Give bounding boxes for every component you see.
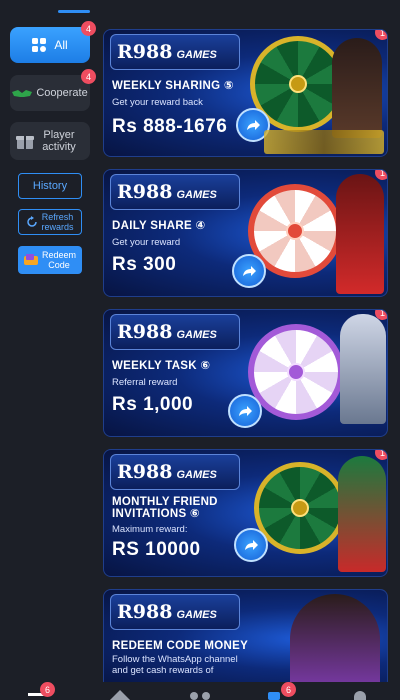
category-player-activity-button[interactable]: Player activity <box>10 122 90 160</box>
player-activity-label-1: Player <box>43 129 75 141</box>
bottom-navigation <box>0 682 400 700</box>
r988-logo: R988 GAMES <box>110 34 240 70</box>
share-arrow-button[interactable] <box>232 254 266 288</box>
promo-card-weekly-task[interactable]: R988 GAMES WEEKLY TASK ⑥ Referral reward … <box>103 309 388 437</box>
card-subtitle: Referral reward <box>112 377 178 388</box>
refresh-rewards-button[interactable]: Refresh rewards <box>18 209 82 235</box>
character-figure <box>332 38 382 138</box>
r988-logo: R988 GAMES <box>110 454 240 490</box>
card-title: MONTHLY FRIEND INVITATIONS ⑥ <box>112 496 218 520</box>
home-icon[interactable] <box>110 690 130 700</box>
card-subtitle: Get your reward <box>112 237 181 248</box>
character-figure <box>290 594 380 688</box>
nav-badge-left: 6 <box>40 682 55 697</box>
category-all-button[interactable]: All 4 <box>10 21 96 63</box>
category-all-label: All <box>54 38 68 52</box>
coupon-icon <box>23 254 38 265</box>
card-title: DAILY SHARE ④ <box>112 220 206 232</box>
r988-logo: R988 GAMES <box>110 174 240 210</box>
treasure-pile <box>264 130 384 154</box>
prize-wheel-icon <box>254 462 346 554</box>
card-amount: RS 10000 <box>112 539 201 560</box>
promo-card-weekly-sharing[interactable]: R988 GAMES WEEKLY SHARING ⑤ Get your rewa… <box>103 29 388 157</box>
share-arrow-button[interactable] <box>234 528 268 562</box>
player-activity-label-2: activity <box>42 141 76 153</box>
r988-logo: R988 GAMES <box>110 594 240 630</box>
card-title: REDEEM CODE MONEY <box>112 640 249 652</box>
card-amount: Rs 1,000 <box>112 394 194 415</box>
cooperate-count-badge: 4 <box>81 69 96 84</box>
arrow-icon <box>243 266 256 276</box>
character-figure <box>338 456 386 572</box>
activity-icon-2 <box>202 692 210 700</box>
card-badge: 1 <box>375 310 387 320</box>
promo-card-redeem-code[interactable]: R988 GAMES REDEEM CODE MONEY Follow the W… <box>103 589 388 689</box>
card-amount: Rs 300 <box>112 254 177 275</box>
character-figure <box>336 174 384 294</box>
card-title: WEEKLY SHARING ⑤ <box>112 80 234 92</box>
grid-icon <box>32 38 47 52</box>
refresh-label-2: rewards <box>41 222 74 232</box>
r988-logo: R988 GAMES <box>110 314 240 350</box>
wallet-icon[interactable] <box>268 692 280 700</box>
arrow-icon <box>247 120 260 130</box>
share-arrow-button[interactable] <box>228 394 262 428</box>
category-cooperate-label: Cooperate <box>36 87 88 99</box>
card-amount: Rs 888-1676 <box>112 116 228 137</box>
prize-wheel-icon <box>248 324 344 420</box>
profile-icon[interactable] <box>354 691 366 700</box>
refresh-icon <box>27 216 38 227</box>
card-badge: 1 <box>375 450 387 460</box>
category-cooperate-button[interactable]: Cooperate 4 <box>10 69 96 111</box>
character-figure <box>340 314 386 424</box>
card-badge: 1 <box>375 30 387 40</box>
gift-icon <box>16 136 34 149</box>
card-title: WEEKLY TASK ⑥ <box>112 360 211 372</box>
arrow-icon <box>239 406 252 416</box>
nav-badge-right: 6 <box>281 682 296 697</box>
card-badge: 1 <box>375 170 387 180</box>
promo-card-daily-share[interactable]: R988 GAMES DAILY SHARE ④ Get your reward … <box>103 169 388 297</box>
handshake-icon <box>12 90 33 97</box>
history-label: History <box>32 180 68 192</box>
refresh-label-1: Refresh <box>41 212 74 222</box>
card-subtitle: Follow the WhatsApp channel and get cash… <box>112 654 238 676</box>
tab-indicator <box>58 10 90 13</box>
redeem-label-1: Redeem <box>41 250 77 260</box>
card-subtitle: Maximum reward: <box>112 524 188 535</box>
redeem-code-button[interactable]: Redeem Code <box>18 246 82 274</box>
arrow-icon <box>245 540 258 550</box>
activity-icon[interactable] <box>190 692 198 700</box>
promo-card-monthly-invitations[interactable]: R988 GAMES MONTHLY FRIEND INVITATIONS ⑥ M… <box>103 449 388 577</box>
all-count-badge: 4 <box>81 21 96 36</box>
history-button[interactable]: History <box>18 173 82 199</box>
card-subtitle: Get your reward back <box>112 97 203 108</box>
redeem-label-2: Code <box>48 260 70 270</box>
